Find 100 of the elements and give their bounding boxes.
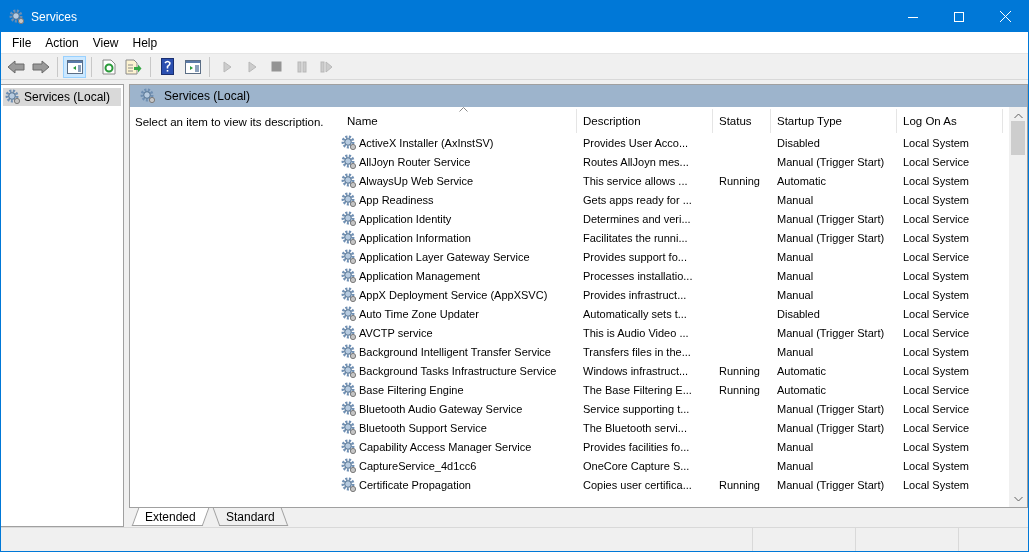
app-icon: [9, 8, 25, 25]
table-cell: Capability Access Manager Service: [359, 440, 532, 453]
table-cell-text: Local Service: [902, 401, 971, 417]
table-cell-text: Local System: [902, 363, 971, 379]
table-cell-text: Manual: [776, 268, 815, 284]
table-cell: Base Filtering Engine: [359, 383, 464, 396]
scrollbar[interactable]: [1009, 107, 1027, 507]
table-cell: Application Information: [359, 231, 471, 244]
scroll-up-icon[interactable]: [1013, 113, 1023, 119]
table-cell-text: Local Service: [902, 382, 971, 398]
service-gear-icon: [341, 381, 357, 398]
description-text: Select an item to view its description.: [135, 116, 324, 128]
table-cell: CaptureService_4d1cc6: [359, 459, 477, 472]
gears-icon: [5, 89, 21, 105]
table-cell-text: Local Service: [902, 325, 971, 341]
table-cell-text: Automatic: [776, 173, 827, 189]
table-cell-text: Determines and veri...: [582, 211, 692, 227]
column-header[interactable]: Status: [713, 109, 771, 133]
table-cell: Application Identity: [359, 212, 452, 225]
tree-item[interactable]: Services (Local): [3, 88, 121, 106]
table-cell: Application Layer Gateway Service: [359, 250, 530, 263]
table-cell-text: Manual (Trigger Start): [776, 477, 886, 493]
table-cell: AVCTP service: [359, 326, 433, 339]
service-gear-icon: [341, 362, 357, 379]
table-cell-text: Manual: [776, 192, 815, 208]
table-cell-text: Local System: [902, 477, 971, 493]
table-cell-text: Local Service: [902, 211, 971, 227]
table-cell-text: Local Service: [902, 306, 971, 322]
sort-caret-icon: [458, 107, 468, 112]
table-cell-text: Service supporting t...: [582, 401, 691, 417]
table-cell-text: Local System: [902, 230, 971, 246]
table-cell-text: Local System: [902, 192, 971, 208]
help-icon[interactable]: [161, 58, 174, 75]
view-tab[interactable]: Standard: [212, 508, 288, 526]
table-cell: Auto Time Zone Updater: [359, 307, 479, 320]
table-cell-text: Copies user certifica...: [582, 477, 693, 493]
table-cell-text: Disabled: [776, 135, 821, 151]
table-cell-text: Manual (Trigger Start): [776, 401, 886, 417]
service-gear-icon: [341, 229, 357, 246]
table-cell: Certificate Propagation: [359, 478, 471, 491]
table-cell-text: Automatic: [776, 363, 827, 379]
service-gear-icon: [341, 134, 357, 151]
table-cell-text: Local Service: [902, 249, 971, 265]
table-cell: ActiveX Installer (AxInstSV): [359, 136, 494, 149]
table-cell-text: Local System: [902, 268, 971, 284]
column-header[interactable]: Log On As: [897, 109, 1003, 133]
table-cell: Application Management: [359, 269, 481, 282]
menu-item[interactable]: View: [85, 35, 126, 50]
menu-item[interactable]: Help: [125, 35, 165, 50]
table-cell-text: Manual (Trigger Start): [776, 420, 886, 436]
column-header[interactable]: Description: [577, 109, 713, 133]
window-title: Services: [31, 9, 78, 24]
table-cell-text: Windows infrastruct...: [582, 363, 690, 379]
service-gear-icon: [341, 400, 357, 417]
table-cell-text: Provides User Acco...: [582, 135, 690, 151]
service-gear-icon: [341, 324, 357, 341]
table-cell-text: Gets apps ready for ...: [582, 192, 693, 208]
service-gear-icon: [341, 419, 357, 436]
table-cell-text: Manual: [776, 344, 815, 360]
menu-item[interactable]: File: [5, 35, 39, 50]
service-gear-icon: [341, 343, 357, 360]
scroll-thumb[interactable]: [1011, 121, 1025, 155]
table-cell-text: Automatically sets t...: [582, 306, 688, 322]
service-gear-icon: [341, 172, 357, 189]
table-cell-text: Manual: [776, 458, 815, 474]
column-header[interactable]: Startup Type: [771, 109, 897, 133]
table-cell-text: This is Audio Video ...: [582, 325, 690, 341]
table-cell-text: Manual (Trigger Start): [776, 230, 886, 246]
table-cell-text: The Bluetooth servi...: [582, 420, 688, 436]
table-cell-text: OneCore Capture S...: [582, 458, 691, 474]
maximize-icon: [954, 11, 964, 22]
panel-title: Services (Local): [164, 89, 251, 103]
view-tab[interactable]: Extended: [131, 508, 209, 526]
scroll-down-icon[interactable]: [1013, 496, 1023, 502]
table-cell-text: Transfers files in the...: [582, 344, 692, 360]
table-cell-text: Automatic: [776, 382, 827, 398]
table-cell-text: Manual: [776, 287, 815, 303]
table-cell-text: Disabled: [776, 306, 821, 322]
table-cell-text: Local System: [902, 344, 971, 360]
menu-item[interactable]: Action: [38, 35, 86, 50]
table-cell-text: Routes AllJoyn mes...: [582, 154, 690, 170]
service-gear-icon: [341, 267, 357, 284]
table-cell-text: Running: [718, 173, 761, 189]
table-cell-text: Running: [718, 363, 761, 379]
service-gear-icon: [341, 305, 357, 322]
column-header[interactable]: Name: [341, 109, 577, 133]
table-cell-text: Processes installatio...: [582, 268, 694, 284]
table-cell-text: Local Service: [902, 154, 971, 170]
table-cell: Background Tasks Infrastructure Service: [359, 364, 557, 377]
table-cell-text: Manual (Trigger Start): [776, 211, 886, 227]
table-cell-text: Local System: [902, 439, 971, 455]
service-gear-icon: [341, 191, 357, 208]
table-cell: Bluetooth Audio Gateway Service: [359, 402, 523, 415]
table-cell: Background Intelligent Transfer Service: [359, 345, 551, 358]
service-gear-icon: [341, 153, 357, 170]
table-cell-text: This service allows ...: [582, 173, 689, 189]
table-cell-text: Manual: [776, 439, 815, 455]
table-cell-text: Provides infrastruct...: [582, 287, 688, 303]
table-cell-text: The Base Filtering E...: [582, 382, 693, 398]
table-cell: Bluetooth Support Service: [359, 421, 487, 434]
